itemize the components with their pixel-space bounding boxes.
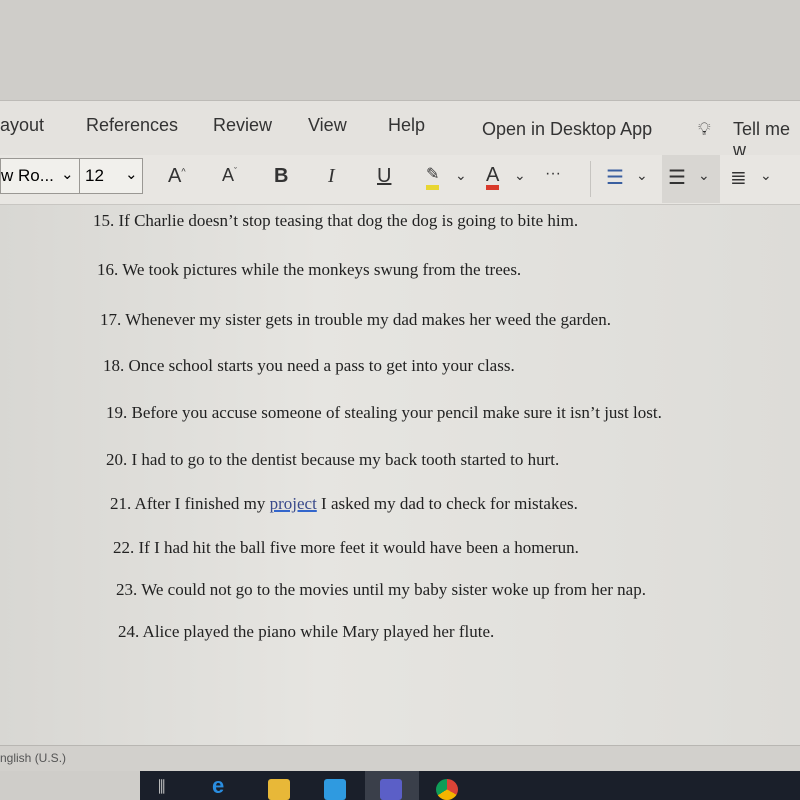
shrink-font-button[interactable]: Aˇ: [222, 165, 237, 186]
chrome-icon[interactable]: [436, 779, 458, 800]
formatting-toolbar: w Ro... ⌄ 12 ⌄ A^ Aˇ B I U ✎ ⌄ A ⌄ ··· ☰…: [0, 155, 800, 205]
taskbar: ⫼ e: [140, 771, 800, 800]
shrink-font-icon: A: [222, 165, 235, 185]
chevron-down-icon[interactable]: ⌄: [61, 165, 74, 183]
tab-help[interactable]: Help: [388, 115, 425, 136]
font-size-dropdown[interactable]: 12: [85, 166, 104, 186]
text: I asked my dad to check for mistakes.: [316, 494, 578, 513]
sentence-23: 23. We could not go to the movies until …: [116, 580, 646, 599]
screen-bezel-area: [0, 0, 800, 100]
edge-icon[interactable]: e: [212, 773, 234, 798]
chevron-down-icon[interactable]: ⌄: [455, 167, 467, 184]
font-name-dropdown[interactable]: w Ro...: [1, 166, 54, 186]
tab-layout[interactable]: ayout: [0, 115, 44, 136]
task-view-icon[interactable]: ⫼: [158, 779, 180, 800]
divider: [79, 159, 80, 193]
tab-view[interactable]: View: [308, 115, 347, 136]
chevron-down-icon[interactable]: ⌄: [125, 165, 138, 183]
underline-button[interactable]: U: [377, 165, 391, 188]
status-bar: nglish (U.S.): [0, 745, 800, 771]
mail-icon[interactable]: [324, 779, 346, 800]
document-canvas[interactable]: 15. If Charlie doesn’t stop teasing that…: [0, 205, 800, 745]
tab-review[interactable]: Review: [213, 115, 272, 136]
more-options-button[interactable]: ···: [545, 165, 561, 183]
grow-font-icon: A: [168, 165, 182, 187]
flagged-word[interactable]: project: [270, 494, 317, 513]
bezel-area: [0, 771, 140, 800]
ribbon-tabs: ayout References Review View Help Open i…: [0, 100, 800, 160]
sentence-15: 15. If Charlie doesn’t stop teasing that…: [93, 211, 579, 230]
numbering-icon[interactable]: ☰: [668, 165, 686, 190]
divider: [590, 161, 591, 197]
bullets-icon[interactable]: ☰: [606, 165, 624, 190]
sentence-22: 22. If I had hit the ball five more feet…: [113, 538, 579, 557]
text: 21. After I finished my: [110, 494, 270, 513]
grow-font-button[interactable]: A^: [168, 165, 186, 188]
sentence-18: 18. Once school starts you need a pass t…: [103, 356, 515, 375]
open-desktop-app-button[interactable]: Open in Desktop App: [482, 119, 652, 140]
sentence-21: 21. After I finished my project I asked …: [110, 494, 578, 514]
sentence-19: 19. Before you accuse someone of stealin…: [106, 403, 662, 422]
align-icon[interactable]: ≣: [730, 165, 747, 190]
sentence-20: 20. I had to go to the dentist because m…: [106, 450, 560, 469]
highlight-icon[interactable]: ✎: [426, 165, 440, 190]
bold-button[interactable]: B: [274, 165, 288, 188]
teams-icon[interactable]: [380, 779, 402, 800]
chevron-down-icon[interactable]: ⌄: [636, 167, 648, 184]
sentence-16: 16. We took pictures while the monkeys s…: [97, 260, 522, 279]
chevron-down-icon[interactable]: ⌄: [514, 167, 526, 184]
sentence-24: 24. Alice played the piano while Mary pl…: [118, 622, 495, 641]
font-color-button[interactable]: A: [486, 165, 500, 190]
language-indicator[interactable]: nglish (U.S.): [0, 751, 66, 765]
tab-references[interactable]: References: [86, 115, 178, 136]
chevron-down-icon[interactable]: ⌄: [698, 167, 710, 184]
chevron-down-icon[interactable]: ⌄: [760, 167, 772, 184]
font-controls: w Ro... ⌄ 12 ⌄: [0, 158, 143, 194]
italic-button[interactable]: I: [328, 165, 335, 188]
lightbulb-icon: 💡︎: [698, 119, 711, 139]
sentence-17: 17. Whenever my sister gets in trouble m…: [100, 310, 611, 329]
file-explorer-icon[interactable]: [268, 779, 290, 800]
